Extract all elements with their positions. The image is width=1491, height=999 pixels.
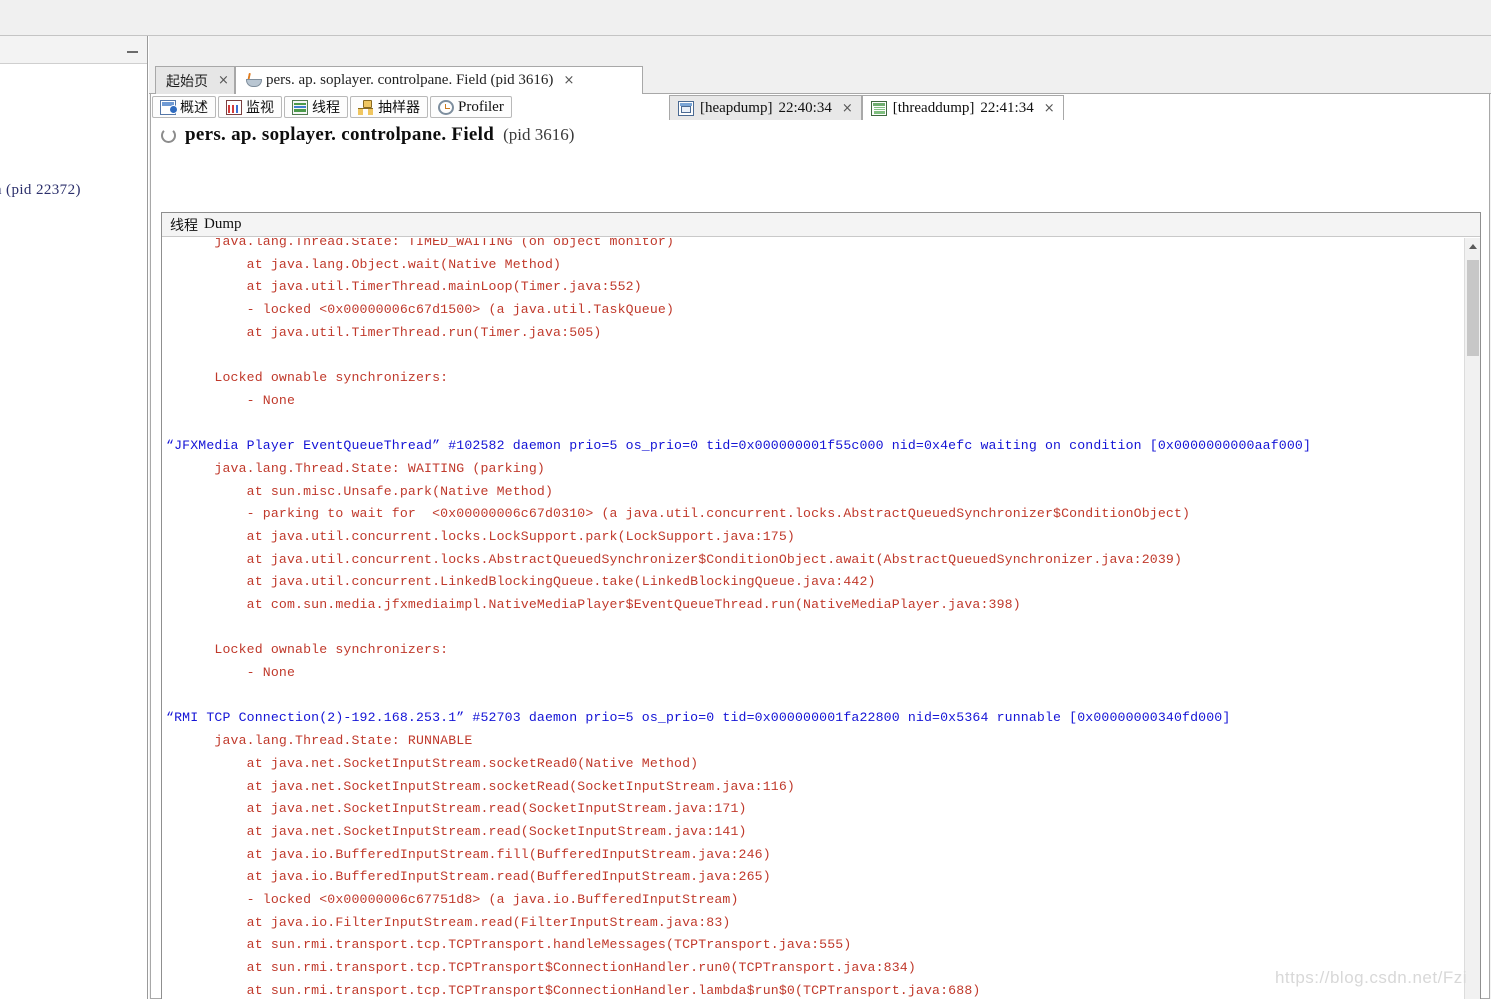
profiler-icon bbox=[438, 99, 454, 115]
stack-trace-line: at java.util.concurrent.locks.AbstractQu… bbox=[166, 551, 1183, 567]
close-icon[interactable]: × bbox=[563, 74, 574, 87]
chevron-up-icon bbox=[1469, 244, 1477, 249]
thread-dump-frame-header: 线程 Dump bbox=[162, 213, 1480, 237]
tab-field-process[interactable]: pers. ap. soplayer. controlpane. Field (… bbox=[235, 66, 643, 94]
close-icon[interactable]: × bbox=[1044, 102, 1055, 115]
stack-trace-line: at java.io.BufferedInputStream.fill(Buff… bbox=[166, 846, 771, 862]
heapdump-icon bbox=[678, 100, 694, 116]
stack-trace-line: at java.util.concurrent.LinkedBlockingQu… bbox=[166, 574, 876, 590]
left-panel-header bbox=[0, 36, 147, 64]
toolbar-item-overview[interactable]: 概述 bbox=[152, 96, 216, 118]
stack-trace-line: at sun.rmi.transport.tcp.TCPTransport$Co… bbox=[166, 960, 916, 975]
app-root: n (pid 22372) 起始页 × pers. ap. soplayer. … bbox=[0, 0, 1491, 999]
stack-trace-line: at java.util.TimerThread.run(Timer.java:… bbox=[166, 324, 602, 340]
stack-trace-line: java.lang.Thread.State: TIMED_WAITING (o… bbox=[166, 238, 675, 249]
stack-trace-line: at sun.misc.Unsafe.park(Native Method) bbox=[166, 483, 554, 499]
stack-trace-line: - locked <0x00000006c67751d8> (a java.io… bbox=[166, 891, 739, 907]
dump-tab-strip: [heapdump] 22:40:34 × [threaddump] 22:41… bbox=[669, 94, 1064, 120]
toolbar-item-monitor[interactable]: 监视 bbox=[218, 96, 282, 118]
stack-trace-line: at java.net.SocketInputStream.socketRead… bbox=[166, 778, 795, 794]
tab-row-background bbox=[149, 36, 1491, 66]
stack-trace-line: Locked ownable synchronizers: bbox=[166, 370, 449, 386]
stack-trace-line: - None bbox=[166, 392, 296, 408]
vertical-scrollbar[interactable] bbox=[1464, 238, 1480, 999]
scroll-up-button[interactable] bbox=[1465, 238, 1480, 255]
toolbar-item-profiler[interactable]: Profiler bbox=[430, 96, 512, 118]
java-icon bbox=[246, 73, 262, 88]
thread-dump-content: java.lang.Thread.State: TIMED_WAITING (o… bbox=[162, 238, 1464, 999]
left-side-panel: n (pid 22372) bbox=[0, 36, 148, 999]
toolbar-item-monitor-label: 监视 bbox=[246, 100, 274, 116]
process-pid: (pid 3616) bbox=[503, 125, 575, 144]
stack-trace-line: at java.util.concurrent.locks.LockSuppor… bbox=[166, 528, 795, 544]
thread-dump-frame: 线程 Dump java.lang.Thread.State: TIMED_WA… bbox=[161, 212, 1481, 999]
tab-start-page[interactable]: 起始页 × bbox=[155, 66, 235, 94]
threads-icon bbox=[292, 99, 308, 115]
sampler-icon bbox=[358, 99, 374, 115]
stack-trace-line: java.lang.Thread.State: RUNNABLE bbox=[166, 733, 473, 749]
toolbar-item-threads[interactable]: 线程 bbox=[284, 96, 348, 118]
minimize-button[interactable] bbox=[125, 43, 141, 57]
dump-tab-heapdump-time: 22:40:34 bbox=[778, 99, 832, 116]
stack-trace-line: at sun.rmi.transport.tcp.TCPTransport$Co… bbox=[166, 982, 981, 998]
stack-trace-line bbox=[166, 413, 1464, 436]
toolbar-item-threads-label: 线程 bbox=[312, 100, 340, 116]
monitor-icon bbox=[226, 99, 242, 115]
stack-trace-line: java.lang.Thread.State: WAITING (parking… bbox=[166, 460, 545, 476]
dump-tab-threaddump-label: [threaddump] bbox=[892, 99, 975, 116]
stack-trace-line bbox=[166, 344, 1464, 367]
stack-trace-line: Locked ownable synchronizers: bbox=[166, 642, 449, 658]
page-title: pers. ap. soplayer. controlpane. Field bbox=[185, 124, 495, 145]
stack-trace-line: at com.sun.media.jfxmediaimpl.NativeMedi… bbox=[166, 597, 1021, 612]
stack-trace-line: at java.lang.Object.wait(Native Method) bbox=[166, 256, 562, 272]
dump-tab-heapdump-label: [heapdump] bbox=[700, 99, 773, 116]
stack-trace-line: at sun.rmi.transport.tcp.TCPTransport.ha… bbox=[166, 937, 852, 953]
stack-trace-line: at java.net.SocketInputStream.read(Socke… bbox=[166, 823, 747, 839]
close-icon[interactable]: × bbox=[842, 102, 853, 115]
thread-header-line: “JFXMedia Player EventQueueThread” #1025… bbox=[166, 438, 1312, 454]
toolbar-item-profiler-label: Profiler bbox=[458, 98, 504, 115]
threaddump-icon bbox=[870, 100, 887, 116]
overview-icon bbox=[160, 99, 178, 115]
tab-bar: 起始页 × pers. ap. soplayer. controlpane. F… bbox=[149, 66, 1491, 94]
thread-dump-text-area[interactable]: java.lang.Thread.State: TIMED_WAITING (o… bbox=[162, 238, 1464, 999]
stack-trace-line: at java.net.SocketInputStream.read(Socke… bbox=[166, 801, 747, 817]
spinner-icon bbox=[161, 127, 176, 143]
content-panel: 概述 监视 线程 抽样器 Profiler [heapdump] 22:40:3… bbox=[150, 94, 1490, 999]
stack-trace-line: - None bbox=[166, 665, 296, 681]
stack-trace-line bbox=[166, 617, 1464, 640]
stack-trace-line: - locked <0x00000006c67d1500> (a java.ut… bbox=[166, 302, 675, 318]
stack-trace-line bbox=[166, 685, 1464, 708]
main-window: 起始页 × pers. ap. soplayer. controlpane. F… bbox=[149, 36, 1491, 999]
toolbar-item-overview-label: 概述 bbox=[180, 100, 208, 116]
dump-tab-heapdump[interactable]: [heapdump] 22:40:34 × bbox=[669, 95, 862, 120]
thread-header-line: “RMI TCP Connection(2)-192.168.253.1” #5… bbox=[166, 710, 1231, 726]
stack-trace-line: - parking to wait for <0x00000006c67d031… bbox=[166, 506, 1191, 522]
stack-trace-line: at java.io.FilterInputStream.read(Filter… bbox=[166, 914, 731, 930]
stack-trace-line: at java.net.SocketInputStream.socketRead… bbox=[166, 755, 699, 771]
left-panel-truncated-label: n (pid 22372) bbox=[0, 182, 81, 198]
dump-tab-threaddump[interactable]: [threaddump] 22:41:34 × bbox=[861, 95, 1064, 120]
dump-tab-threaddump-time: 22:41:34 bbox=[980, 99, 1034, 116]
stack-trace-line: at java.util.TimerThread.mainLoop(Timer.… bbox=[166, 279, 642, 295]
tab-field-process-label: pers. ap. soplayer. controlpane. Field (… bbox=[266, 72, 554, 88]
close-icon[interactable]: × bbox=[218, 74, 229, 87]
thread-dump-header-label: Dump bbox=[204, 216, 242, 232]
stack-trace-line: at java.io.BufferedInputStream.read(Buff… bbox=[166, 869, 771, 885]
toolbar-item-sampler[interactable]: 抽样器 bbox=[350, 96, 428, 118]
toolbar-item-sampler-label: 抽样器 bbox=[378, 100, 420, 116]
scrollbar-thumb[interactable] bbox=[1467, 260, 1479, 356]
tab-start-page-label: 起始页 bbox=[166, 73, 208, 90]
process-heading: pers. ap. soplayer. controlpane. Field (… bbox=[161, 124, 574, 146]
thread-dump-header-cjk: 线程 bbox=[170, 217, 198, 234]
window-top-strip bbox=[0, 0, 1491, 36]
